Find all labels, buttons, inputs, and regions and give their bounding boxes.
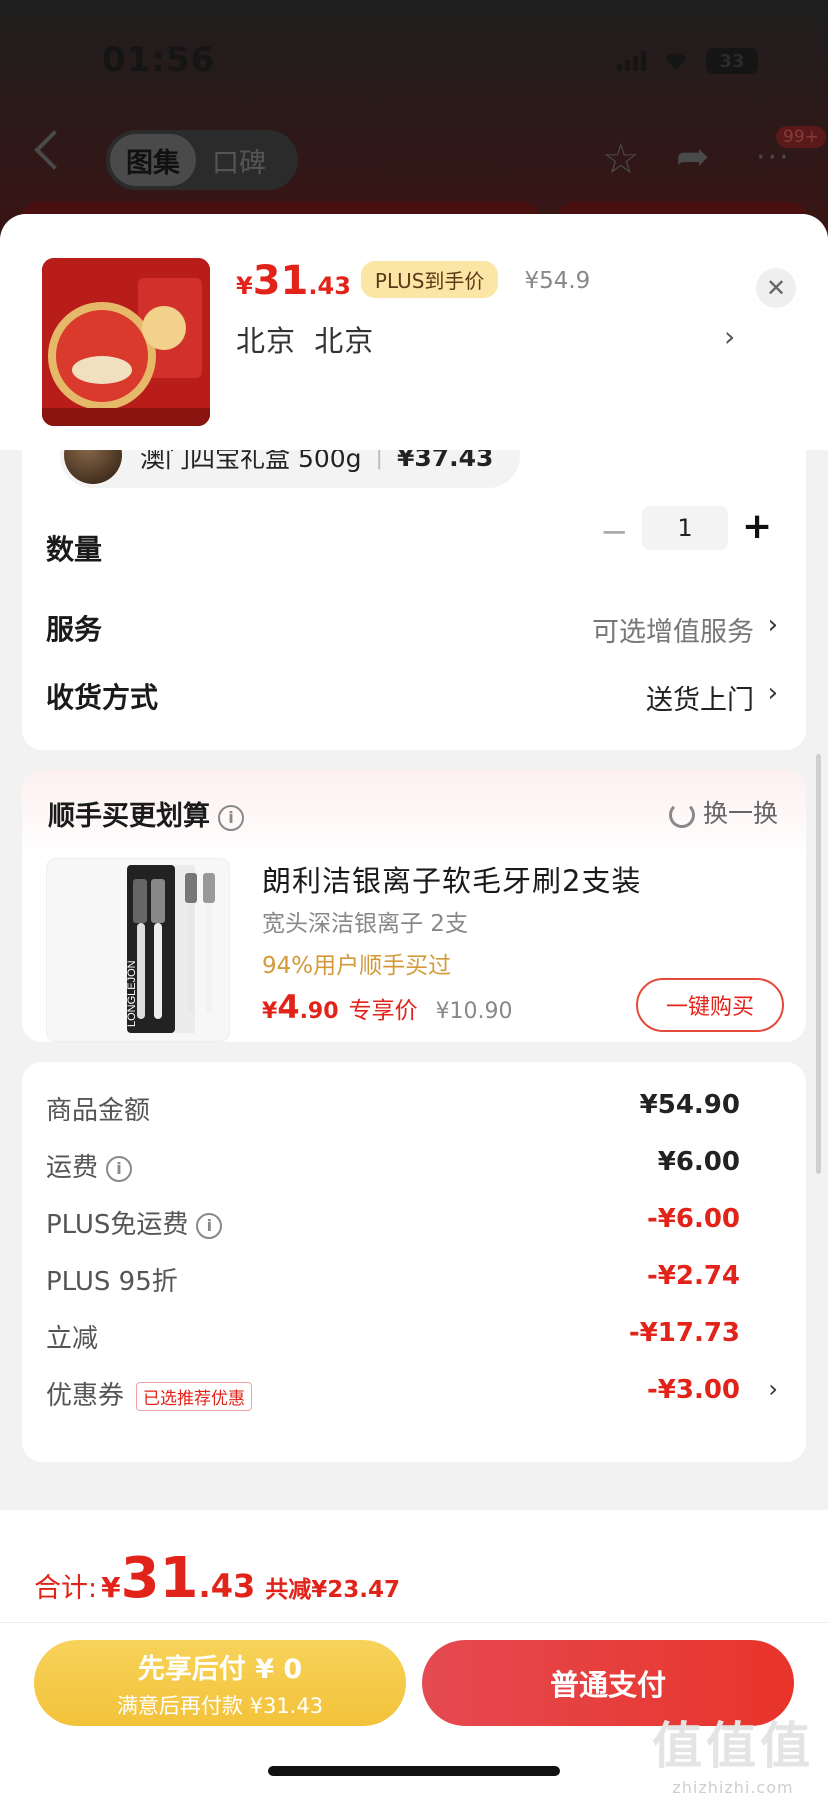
one-click-buy-button[interactable]: 一键购买 [636, 978, 784, 1032]
summary-label-goods: 商品金额 [46, 1096, 151, 1126]
pack-brand-text: LONGLEJON [126, 960, 138, 1027]
summary-label-plus-shipping-text: PLUS免运费 [46, 1210, 189, 1240]
product-thumbnail[interactable] [42, 258, 210, 426]
total-decimal: .43 [198, 1567, 256, 1605]
summary-label-instant-off: 立减 [46, 1324, 99, 1354]
bundle-item-subtitle: 宽头深洁银离子 2支 [262, 911, 468, 937]
delivery-chevron-icon[interactable]: › [768, 678, 778, 708]
price-summary-card: 商品金额 ¥54.90 运费 i ¥6.00 PLUS免运费 i -¥6.00 PL… [22, 1062, 806, 1462]
refresh-button[interactable]: 换一换 [668, 794, 778, 830]
coupon-tag: 已选推荐优惠 [136, 1382, 253, 1411]
price-integer: 31 [252, 258, 309, 304]
refresh-icon [668, 802, 695, 828]
quantity-increase-button[interactable]: + [742, 506, 772, 547]
bundle-orig-price: ¥10.90 [435, 999, 513, 1024]
summary-label-coupon[interactable]: 优惠券 已选推荐优惠 [46, 1375, 253, 1412]
checkout-footer: 合计: ¥ 31 .43 共减¥23.47 先享后付 ¥ 0 满意后再付款 ¥3… [0, 1510, 828, 1796]
quantity-decrease-button[interactable]: − [600, 512, 629, 552]
plus-shipping-info-icon[interactable]: i [196, 1212, 223, 1239]
toothbrush-image[interactable]: LONGLEJON [46, 858, 230, 1042]
price-currency: ¥ [236, 272, 253, 300]
pay-later-main: 先享后付 ¥ 0 [137, 1653, 303, 1685]
bundle-title: 顺手买更划算 i [48, 794, 244, 833]
mooncake-box-illustration [42, 258, 210, 426]
summary-label-shipping: 运费 i [46, 1147, 133, 1184]
shipping-info-icon[interactable]: i [106, 1155, 133, 1182]
footer-divider [0, 1622, 828, 1623]
total-saving: 共减¥23.47 [265, 1577, 400, 1603]
tab-gallery[interactable]: 图集 [110, 134, 196, 186]
service-chevron-icon[interactable]: › [768, 610, 778, 640]
refresh-label: 换一换 [702, 799, 778, 828]
bundle-title-text: 顺手买更划算 [48, 801, 210, 832]
bundle-item-price: ¥ 4 .90 专享价 ¥10.90 [262, 988, 513, 1026]
summary-label-plus-discount: PLUS 95折 [46, 1267, 178, 1297]
status-time: 01:56 [102, 40, 216, 80]
original-price: ¥54.9 [524, 268, 591, 294]
quantity-label: 数量 [46, 533, 103, 566]
delivery-location[interactable]: 北京 北京 [236, 318, 374, 360]
message-badge: 99+ [776, 126, 826, 148]
close-button[interactable]: ✕ [756, 268, 796, 308]
service-label: 服务 [46, 613, 103, 646]
home-indicator[interactable] [268, 1766, 560, 1776]
summary-value-instant-off: -¥17.73 [628, 1318, 740, 1348]
pay-later-button[interactable]: 先享后付 ¥ 0 满意后再付款 ¥31.43 [34, 1640, 406, 1726]
wifi-icon [665, 53, 687, 70]
bundle-item-rate: 94%用户顺手买过 [262, 953, 452, 979]
pay-later-sub: 满意后再付款 ¥31.43 [116, 1693, 324, 1718]
watermark-logo: 值值值 [652, 1717, 814, 1775]
tab-reviews[interactable]: 口碑 [196, 134, 282, 186]
close-icon: ✕ [765, 274, 787, 302]
delivery-label: 收货方式 [46, 681, 159, 714]
total-integer: 31 [120, 1546, 199, 1611]
location-chevron-icon[interactable]: › [724, 320, 735, 353]
background-page: 01:56 33 图集 口碑 ☆ ➦ ··· 99+ [0, 0, 828, 240]
favorite-star-icon[interactable]: ☆ [602, 134, 640, 183]
summary-value-coupon[interactable]: -¥3.00 [647, 1375, 740, 1405]
toothbrush-illustration: LONGLEJON [126, 865, 215, 1033]
summary-value-shipping: ¥6.00 [657, 1147, 740, 1177]
watermark-url: zhizhizhi.com [672, 1778, 794, 1796]
coupon-chevron-icon[interactable]: › [768, 1375, 778, 1403]
summary-value-goods: ¥54.90 [639, 1090, 740, 1120]
price-decimal: .43 [308, 272, 351, 300]
product-price-row: ¥ 31 .43 PLUS到手价 ¥54.9 [236, 258, 590, 304]
cellular-signal-icon [617, 51, 646, 71]
info-icon[interactable]: i [218, 804, 244, 831]
bundle-price-int: 4 [277, 988, 300, 1026]
total-label: 合计: [34, 1573, 98, 1604]
bundle-item-name[interactable]: 朗利洁银离子软毛牙刷2支装 [262, 858, 641, 900]
back-icon[interactable] [34, 130, 74, 170]
gallery-tabs: 图集 口碑 [106, 130, 298, 190]
delivery-value[interactable]: 送货上门 [646, 678, 754, 717]
summary-label-coupon-text: 优惠券 [46, 1381, 125, 1411]
quantity-input[interactable]: 1 [642, 506, 728, 550]
bundle-price-dec: .90 [299, 999, 339, 1024]
summary-value-plus-shipping: -¥6.00 [646, 1204, 740, 1234]
summary-label-plus-shipping: PLUS免运费 i [46, 1204, 223, 1241]
summary-label-shipping-text: 运费 [46, 1153, 99, 1183]
battery-icon: 33 [706, 48, 758, 74]
summary-value-plus-discount: -¥2.74 [646, 1261, 740, 1291]
product-header: ¥ 31 .43 PLUS到手价 ¥54.9 北京 北京 › ✕ [0, 214, 828, 450]
service-value[interactable]: 可选增值服务 [592, 610, 754, 649]
plus-price-tag: PLUS到手价 [360, 261, 499, 298]
scrollbar[interactable] [816, 754, 821, 1174]
bundle-price-currency: ¥ [262, 999, 278, 1024]
purchase-sheet: 澳门四宝礼盒 500g | ¥37.43 数量 − 1 + 服务 可选增值服务 … [0, 214, 828, 1796]
watermark: 值值值 zhizhizhi.com [652, 1706, 814, 1796]
total-currency: ¥ [101, 1571, 121, 1604]
total-row: 合计: ¥ 31 .43 共减¥23.47 [34, 1546, 400, 1611]
status-icons: 33 [617, 48, 758, 74]
bundle-price-label: 专享价 [348, 998, 418, 1024]
share-icon[interactable]: ➦ [676, 134, 710, 180]
bundle-card: 顺手买更划算 i 换一换 LONGLEJON 朗利洁银离子软毛牙刷2支装 宽头深洁… [22, 770, 806, 1042]
